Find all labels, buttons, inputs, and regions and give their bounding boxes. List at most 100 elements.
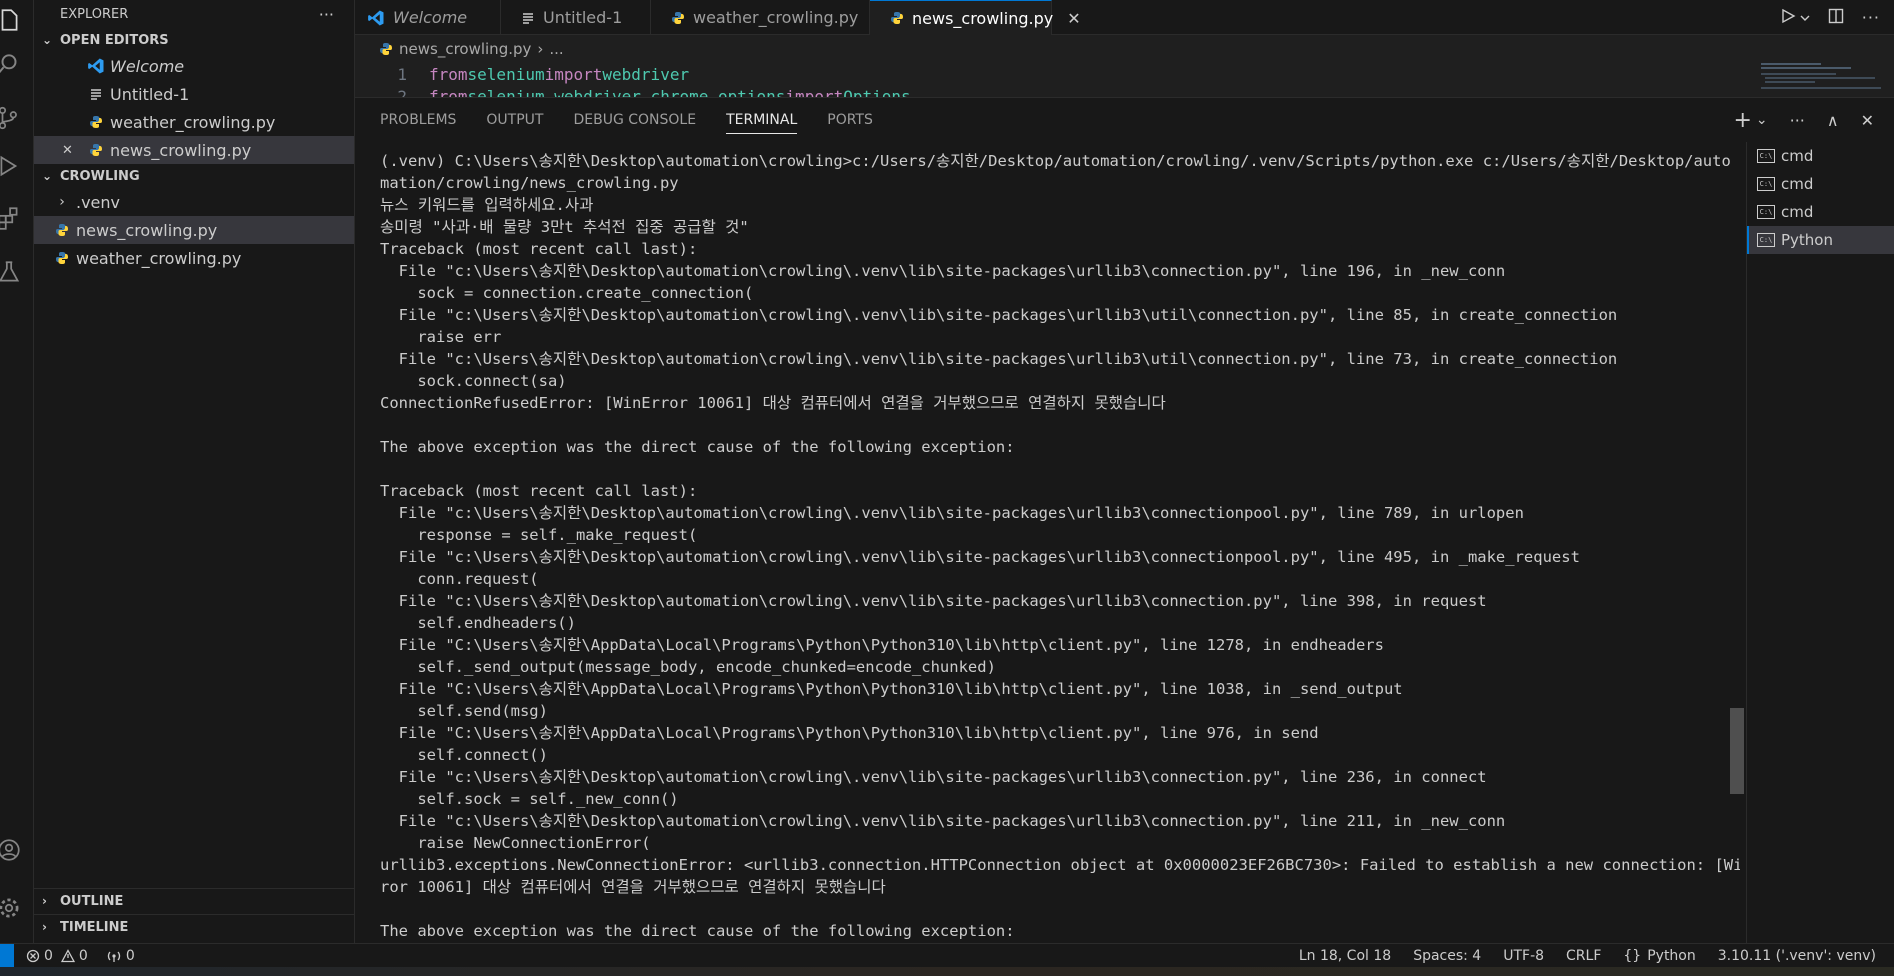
error-icon — [26, 949, 40, 962]
cursor-position[interactable]: Ln 18, Col 18 — [1299, 948, 1391, 964]
terminal-icon: C:\ — [1757, 205, 1775, 219]
maximize-panel-button[interactable]: ∧ — [1827, 111, 1839, 130]
open-editors-section[interactable]: ⌄ OPEN EDITORS — [34, 28, 354, 52]
tab-ports[interactable]: PORTS — [827, 98, 873, 142]
terminal-instance-cmd[interactable]: C:\ cmd — [1747, 170, 1894, 198]
tab-terminal[interactable]: TERMINAL — [726, 98, 798, 142]
terminal-output[interactable]: (.venv) C:\Users\송지한\Desktop\automation\… — [380, 150, 1740, 944]
terminal-instance-python[interactable]: C:\ Python — [1747, 226, 1894, 254]
folder-item-venv[interactable]: › .venv — [34, 188, 354, 216]
folder-section[interactable]: ⌄ CROWLING — [34, 164, 354, 188]
explorer-more-button[interactable]: ··· — [319, 5, 334, 24]
breadcrumb-file[interactable]: news_crowling.py — [399, 40, 531, 58]
terminal-line: raise NewConnectionError( — [380, 834, 651, 852]
terminal-line: File "C:\Users\송지한\AppData\Local\Program… — [380, 724, 1319, 742]
search-icon[interactable] — [0, 44, 34, 84]
terminal-line: self.sock = self._new_conn() — [380, 790, 679, 808]
terminal-line: sock = connection.create_connection( — [380, 284, 754, 302]
run-debug-icon[interactable] — [0, 146, 34, 186]
folder-item-label: news_crowling.py — [76, 220, 218, 240]
open-editor-news[interactable]: ✕ news_crowling.py — [34, 136, 354, 164]
code-editor[interactable]: 1 from selenium import webdriver 2 from se… — [355, 63, 1755, 97]
explorer-icon[interactable] — [0, 0, 34, 40]
python-file-icon — [86, 143, 106, 157]
remote-indicator[interactable] — [0, 943, 14, 968]
folder-label: CROWLING — [60, 168, 140, 184]
open-editor-welcome[interactable]: Welcome — [34, 52, 354, 80]
run-dropdown-icon[interactable] — [1800, 8, 1810, 27]
terminal-instance-cmd[interactable]: C:\ cmd — [1747, 142, 1894, 170]
ports-count: 0 — [125, 947, 135, 964]
folder-item-news[interactable]: news_crowling.py — [34, 216, 354, 244]
terminal-line: sock.connect(sa) — [380, 372, 567, 390]
panel-more-button[interactable]: ··· — [1790, 111, 1805, 130]
breadcrumb: news_crowling.py › ... — [355, 35, 1755, 63]
indentation[interactable]: Spaces: 4 — [1413, 948, 1481, 964]
terminal-line: urllib3.exceptions.NewConnectionError: <… — [380, 856, 1740, 874]
tab-weather[interactable]: weather_crowling.py — [651, 0, 870, 35]
tab-label: news_crowling.py — [912, 8, 1054, 28]
timeline-label: TIMELINE — [60, 919, 129, 935]
tab-news[interactable]: news_crowling.py ✕ — [870, 0, 1081, 35]
language-mode[interactable]: {} Python — [1623, 948, 1695, 964]
split-editor-icon[interactable] — [1828, 8, 1844, 28]
run-python-file-icon[interactable] — [1780, 8, 1796, 28]
python-file-icon — [379, 42, 393, 56]
tab-problems[interactable]: PROBLEMS — [380, 98, 456, 142]
new-terminal-dropdown-button[interactable]: ⌄ — [1756, 112, 1768, 128]
terminal-line: File "c:\Users\송지한\Desktop\automation\cr… — [380, 768, 1487, 786]
terminal-line: File "c:\Users\송지한\Desktop\automation\cr… — [380, 504, 1524, 522]
open-editor-weather[interactable]: weather_crowling.py — [34, 108, 354, 136]
settings-gear-icon[interactable] — [0, 888, 34, 928]
account-icon[interactable] — [0, 830, 34, 870]
tab-label: Welcome — [393, 8, 468, 27]
minimap[interactable] — [1755, 35, 1894, 97]
terminal-line: ror 10061] 대상 컴퓨터에서 연결을 거부했으므로 연결하지 못했습니… — [380, 878, 886, 896]
open-editor-untitled[interactable]: Untitled-1 — [34, 80, 354, 108]
problems-status[interactable]: 0 0 — [26, 948, 88, 964]
new-terminal-button[interactable]: + — [1733, 108, 1751, 133]
text-file-icon — [521, 11, 535, 25]
extensions-icon[interactable] — [0, 198, 34, 238]
python-interpreter[interactable]: 3.10.11 ('.venv': venv) — [1718, 948, 1876, 964]
terminal-scrollbar-thumb[interactable] — [1730, 708, 1744, 794]
terminal-line: File "c:\Users\송지한\Desktop\automation\cr… — [380, 350, 1618, 368]
tab-welcome[interactable]: Welcome — [355, 0, 501, 35]
close-icon[interactable]: ✕ — [62, 143, 86, 158]
encoding[interactable]: UTF-8 — [1503, 948, 1544, 964]
folder-item-label: .venv — [76, 192, 121, 212]
source-control-icon[interactable] — [0, 98, 34, 138]
line-ending[interactable]: CRLF — [1566, 948, 1601, 964]
python-file-icon — [671, 11, 685, 25]
terminal-icon: C:\ — [1757, 233, 1775, 247]
folder-item-weather[interactable]: weather_crowling.py — [34, 244, 354, 272]
close-icon[interactable]: ✕ — [1067, 9, 1080, 28]
timeline-section[interactable]: › TIMELINE — [34, 914, 354, 939]
tab-untitled[interactable]: Untitled-1 — [501, 0, 651, 35]
breadcrumb-separator: › — [537, 40, 544, 58]
tab-debug-console[interactable]: DEBUG CONSOLE — [573, 98, 696, 142]
tab-output[interactable]: OUTPUT — [486, 98, 543, 142]
breadcrumb-symbols[interactable]: ... — [549, 40, 563, 58]
terminal-line: File "c:\Users\송지한\Desktop\automation\cr… — [380, 306, 1618, 324]
panel-tabs: PROBLEMS OUTPUT DEBUG CONSOLE TERMINAL P… — [355, 98, 1894, 142]
close-panel-button[interactable]: ✕ — [1861, 111, 1874, 130]
terminal-line: The above exception was the direct cause… — [380, 438, 1015, 456]
terminal-line: self.endheaders() — [380, 614, 576, 632]
outline-section[interactable]: › OUTLINE — [34, 888, 354, 913]
terminal-icon: C:\ — [1757, 149, 1775, 163]
terminal-line: self._send_output(message_body, encode_c… — [380, 658, 996, 676]
tab-label: weather_crowling.py — [693, 8, 859, 27]
terminal-instance-cmd[interactable]: C:\ cmd — [1747, 198, 1894, 226]
terminal-line: Traceback (most recent call last): — [380, 482, 698, 500]
testing-icon[interactable] — [0, 252, 34, 292]
more-actions-icon[interactable]: ··· — [1862, 8, 1880, 27]
ports-status[interactable]: 0 — [106, 948, 135, 964]
tab-label: Untitled-1 — [543, 8, 623, 27]
code-line: 2 from selenium.webdriver.chrome.options … — [355, 85, 910, 98]
terminal-line: response = self._make_request( — [380, 526, 698, 544]
terminal-scrollbar[interactable] — [1730, 150, 1744, 944]
explorer-title: EXPLORER — [60, 6, 129, 22]
python-file-icon — [52, 223, 72, 237]
